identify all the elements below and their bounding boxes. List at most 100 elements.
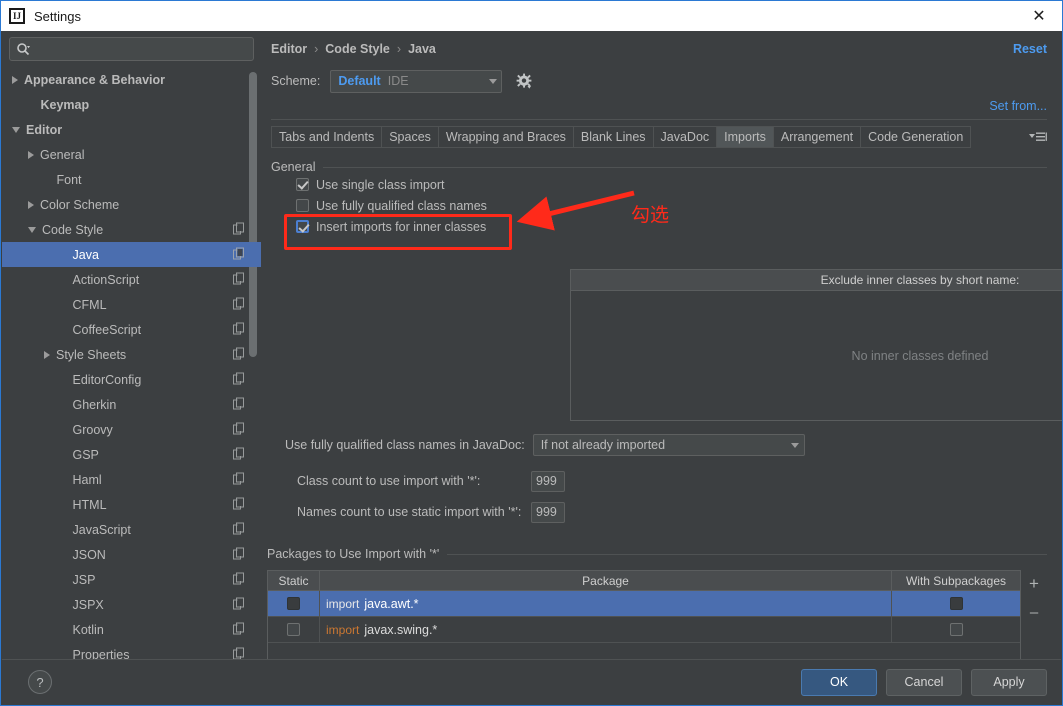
tab-javadoc[interactable]: JavaDoc (653, 126, 718, 148)
tab-blank-lines[interactable]: Blank Lines (573, 126, 654, 148)
names-count-input[interactable] (531, 501, 565, 523)
title-bar: IJ Settings ✕ (1, 1, 1062, 31)
copy-scheme-icon[interactable] (233, 247, 245, 262)
apply-button[interactable]: Apply (971, 668, 1047, 696)
ok-button[interactable]: OK (801, 668, 877, 696)
subpackages-checkbox[interactable] (949, 597, 963, 610)
copy-scheme-icon[interactable] (233, 322, 245, 337)
copy-scheme-icon[interactable] (233, 472, 245, 487)
breadcrumb-editor[interactable]: Editor (271, 42, 307, 56)
checkmark-icon[interactable] (296, 178, 309, 191)
sidebar-item-groovy[interactable]: Groovy (2, 417, 261, 442)
sidebar-item-coffeescript[interactable]: CoffeeScript (2, 317, 261, 342)
help-button[interactable]: ? (28, 670, 52, 694)
sidebar-item-gsp[interactable]: GSP (2, 442, 261, 467)
copy-scheme-icon[interactable] (233, 347, 245, 362)
close-icon[interactable]: ✕ (1016, 1, 1062, 31)
copy-scheme-icon[interactable] (233, 297, 245, 312)
cell-with-subpackages[interactable] (892, 591, 1020, 616)
chevron-right-icon[interactable] (28, 150, 34, 159)
package-name: javax.swing.* (364, 622, 438, 637)
cancel-button[interactable]: Cancel (886, 668, 962, 696)
packages-table-header: Static Package With Subpackages (268, 571, 1020, 591)
tab-code-generation[interactable]: Code Generation (861, 126, 972, 148)
set-from-link[interactable]: Set from... (989, 99, 1047, 115)
copy-scheme-icon[interactable] (233, 372, 245, 387)
gear-icon[interactable] (516, 73, 533, 90)
copy-scheme-icon[interactable] (233, 547, 245, 562)
class-count-input[interactable] (531, 470, 565, 492)
checkbox-use-fully-qualified-class-names[interactable]: Use fully qualified class names (296, 195, 1047, 216)
sidebar-item-jsp[interactable]: JSP (2, 567, 261, 592)
cell-static[interactable] (268, 591, 320, 616)
copy-scheme-icon[interactable] (233, 272, 245, 287)
sidebar-item-editor[interactable]: Editor (2, 117, 261, 142)
sidebar-item-general[interactable]: General (2, 142, 261, 167)
cell-static[interactable] (268, 617, 320, 642)
sidebar-item-haml[interactable]: Haml (2, 467, 261, 492)
tab-list-icon[interactable] (1021, 126, 1047, 148)
copy-scheme-icon[interactable] (233, 597, 245, 612)
breadcrumb-java[interactable]: Java (408, 42, 436, 56)
table-row[interactable]: import java.awt.* (268, 591, 1020, 617)
sidebar-item-actionscript[interactable]: ActionScript (2, 267, 261, 292)
tab-arrangement[interactable]: Arrangement (773, 126, 862, 148)
sidebar-item-code-style[interactable]: Code Style (2, 217, 261, 242)
sidebar-item-kotlin[interactable]: Kotlin (2, 617, 261, 642)
chevron-right-icon[interactable] (44, 350, 50, 359)
chevron-right-icon[interactable] (12, 75, 18, 84)
exclude-inner-classes-list[interactable]: Exclude inner classes by short name: No … (570, 269, 1062, 421)
remove-package-button[interactable]: – (1022, 600, 1046, 624)
tab-tabs-and-indents[interactable]: Tabs and Indents (271, 126, 383, 148)
checkbox-empty-icon[interactable] (296, 199, 309, 212)
checkmark-icon[interactable] (296, 220, 309, 233)
copy-scheme-icon[interactable] (233, 572, 245, 587)
checkbox-insert-imports-for-inner-classes[interactable]: Insert imports for inner classes (296, 216, 1047, 237)
sidebar-item-html[interactable]: HTML (2, 492, 261, 517)
javadoc-fqn-select[interactable]: If not already imported (532, 434, 805, 456)
cell-package[interactable]: import java.awt.* (320, 591, 892, 616)
copy-scheme-icon[interactable] (233, 397, 245, 412)
sidebar-item-style-sheets[interactable]: Style Sheets (2, 342, 261, 367)
sidebar-item-color-scheme[interactable]: Color Scheme (2, 192, 261, 217)
copy-scheme-icon[interactable] (233, 622, 245, 637)
search-input[interactable] (34, 41, 247, 57)
sidebar-item-properties[interactable]: Properties (2, 642, 261, 659)
sidebar-item-label: Haml (72, 472, 102, 487)
copy-scheme-icon[interactable] (233, 522, 245, 537)
table-row[interactable]: import javax.swing.* (268, 617, 1020, 643)
sidebar-item-json[interactable]: JSON (2, 542, 261, 567)
add-package-button[interactable]: + (1022, 572, 1046, 596)
chevron-down-icon[interactable] (12, 126, 20, 133)
copy-scheme-icon[interactable] (233, 447, 245, 462)
sidebar-item-gherkin[interactable]: Gherkin (2, 392, 261, 417)
cell-package[interactable]: import javax.swing.* (320, 617, 892, 642)
search-box[interactable] (9, 37, 254, 61)
sidebar-item-java[interactable]: Java (2, 242, 261, 267)
breadcrumb-code-style[interactable]: Code Style (325, 42, 390, 56)
copy-scheme-icon[interactable] (233, 647, 245, 659)
settings-tree[interactable]: Appearance & Behavior Keymap Editor General… (2, 67, 261, 659)
reset-link[interactable]: Reset (1013, 42, 1047, 56)
sidebar-item-cfml[interactable]: CFML (2, 292, 261, 317)
tab-spaces[interactable]: Spaces (382, 126, 439, 148)
sidebar-item-editorconfig[interactable]: EditorConfig (2, 367, 261, 392)
cell-with-subpackages[interactable] (892, 617, 1020, 642)
scheme-select[interactable]: Default IDE (330, 69, 503, 93)
sidebar-item-javascript[interactable]: JavaScript (2, 517, 261, 542)
static-checkbox[interactable] (287, 597, 300, 610)
static-checkbox[interactable] (287, 623, 300, 636)
copy-scheme-icon[interactable] (233, 222, 245, 237)
sidebar-item-jspx[interactable]: JSPX (2, 592, 261, 617)
sidebar-item-keymap[interactable]: Keymap (2, 92, 261, 117)
subpackages-checkbox[interactable] (949, 623, 963, 636)
chevron-right-icon[interactable] (28, 200, 34, 209)
copy-scheme-icon[interactable] (233, 497, 245, 512)
sidebar-item-font[interactable]: Font (2, 167, 261, 192)
sidebar-item-appearance-behavior[interactable]: Appearance & Behavior (2, 67, 261, 92)
chevron-down-icon[interactable] (28, 226, 36, 233)
checkbox-use-single-class-import[interactable]: Use single class import (296, 174, 1047, 195)
tab-imports[interactable]: Imports (717, 126, 774, 148)
tab-wrapping-and-braces[interactable]: Wrapping and Braces (438, 126, 574, 148)
copy-scheme-icon[interactable] (233, 422, 245, 437)
